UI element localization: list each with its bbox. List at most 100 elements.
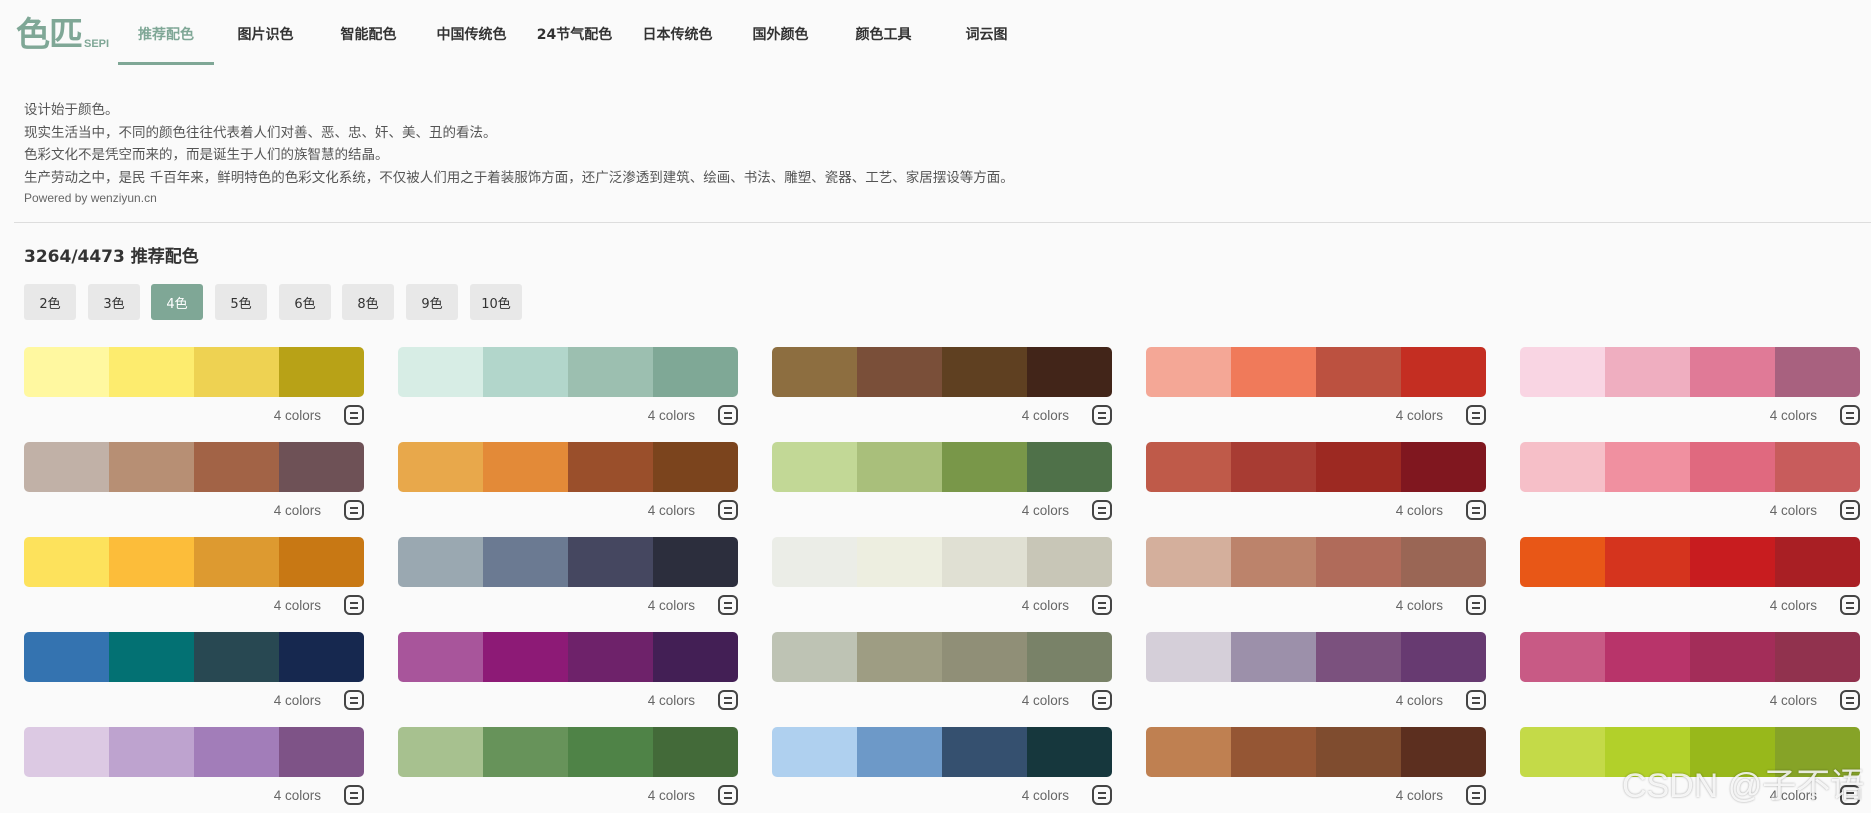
palette-menu-icon[interactable] [1466, 500, 1486, 520]
color-swatch[interactable] [1775, 347, 1860, 397]
color-swatch[interactable] [1605, 347, 1690, 397]
palette-menu-icon[interactable] [718, 785, 738, 805]
color-swatch[interactable] [857, 347, 942, 397]
color-swatch[interactable] [194, 442, 279, 492]
color-swatch[interactable] [24, 537, 109, 587]
color-swatch[interactable] [568, 727, 653, 777]
color-swatch[interactable] [109, 347, 194, 397]
color-swatch[interactable] [857, 442, 942, 492]
palette-menu-icon[interactable] [344, 690, 364, 710]
nav-item-foreign-colors[interactable]: 国外颜色 [729, 0, 832, 68]
color-swatch[interactable] [1231, 537, 1316, 587]
color-swatch[interactable] [942, 347, 1027, 397]
filter-4-colors[interactable]: 4色 [151, 284, 203, 320]
filter-9-colors[interactable]: 9色 [406, 284, 458, 320]
palette-menu-icon[interactable] [1466, 595, 1486, 615]
palette-menu-icon[interactable] [718, 690, 738, 710]
color-swatch[interactable] [1401, 632, 1486, 682]
color-swatch[interactable] [1401, 442, 1486, 492]
color-swatch[interactable] [24, 727, 109, 777]
color-swatch[interactable] [1231, 632, 1316, 682]
color-swatch[interactable] [942, 537, 1027, 587]
color-swatch[interactable] [1146, 347, 1231, 397]
palette-menu-icon[interactable] [344, 785, 364, 805]
powered-by[interactable]: Powered by wenziyun.cn [24, 191, 157, 205]
color-swatch[interactable] [568, 347, 653, 397]
color-swatch[interactable] [1775, 442, 1860, 492]
color-swatch[interactable] [942, 727, 1027, 777]
color-swatch[interactable] [653, 347, 738, 397]
palette-menu-icon[interactable] [1466, 785, 1486, 805]
filter-6-colors[interactable]: 6色 [279, 284, 331, 320]
color-swatch[interactable] [857, 537, 942, 587]
color-swatch[interactable] [1027, 442, 1112, 492]
color-swatch[interactable] [772, 537, 857, 587]
palette-menu-icon[interactable] [344, 595, 364, 615]
filter-8-colors[interactable]: 8色 [342, 284, 394, 320]
color-swatch[interactable] [194, 537, 279, 587]
color-swatch[interactable] [653, 727, 738, 777]
color-swatch[interactable] [1690, 632, 1775, 682]
nav-item-smart-color[interactable]: 智能配色 [317, 0, 420, 68]
color-swatch[interactable] [772, 347, 857, 397]
color-swatch[interactable] [1027, 537, 1112, 587]
palette-menu-icon[interactable] [1092, 595, 1112, 615]
palette-menu-icon[interactable] [1840, 690, 1860, 710]
palette-menu-icon[interactable] [1840, 595, 1860, 615]
color-swatch[interactable] [1401, 727, 1486, 777]
color-swatch[interactable] [24, 347, 109, 397]
palette-menu-icon[interactable] [1840, 500, 1860, 520]
color-swatch[interactable] [398, 632, 483, 682]
color-swatch[interactable] [1146, 727, 1231, 777]
color-swatch[interactable] [1231, 442, 1316, 492]
color-swatch[interactable] [1605, 537, 1690, 587]
color-swatch[interactable] [1520, 442, 1605, 492]
color-swatch[interactable] [1520, 727, 1605, 777]
color-swatch[interactable] [1316, 347, 1401, 397]
filter-5-colors[interactable]: 5色 [215, 284, 267, 320]
color-swatch[interactable] [109, 537, 194, 587]
color-swatch[interactable] [1027, 632, 1112, 682]
color-swatch[interactable] [1316, 442, 1401, 492]
filter-2-colors[interactable]: 2色 [24, 284, 76, 320]
nav-item-chinese-traditional[interactable]: 中国传统色 [420, 0, 523, 68]
color-swatch[interactable] [279, 442, 364, 492]
color-swatch[interactable] [483, 347, 568, 397]
color-swatch[interactable] [653, 632, 738, 682]
color-swatch[interactable] [568, 537, 653, 587]
palette-menu-icon[interactable] [1466, 690, 1486, 710]
color-swatch[interactable] [109, 632, 194, 682]
nav-item-recommended[interactable]: 推荐配色 [118, 0, 214, 68]
color-swatch[interactable] [194, 347, 279, 397]
color-swatch[interactable] [1690, 442, 1775, 492]
palette-menu-icon[interactable] [718, 500, 738, 520]
palette-menu-icon[interactable] [344, 500, 364, 520]
color-swatch[interactable] [772, 632, 857, 682]
color-swatch[interactable] [1146, 442, 1231, 492]
color-swatch[interactable] [483, 727, 568, 777]
palette-menu-icon[interactable] [1092, 690, 1112, 710]
color-swatch[interactable] [1690, 347, 1775, 397]
color-swatch[interactable] [1520, 537, 1605, 587]
color-swatch[interactable] [857, 632, 942, 682]
nav-item-color-tools[interactable]: 颜色工具 [832, 0, 935, 68]
color-swatch[interactable] [1146, 537, 1231, 587]
nav-item-image-color[interactable]: 图片识色 [214, 0, 317, 68]
color-swatch[interactable] [1027, 347, 1112, 397]
color-swatch[interactable] [1231, 727, 1316, 777]
color-swatch[interactable] [398, 347, 483, 397]
color-swatch[interactable] [857, 727, 942, 777]
color-swatch[interactable] [653, 442, 738, 492]
color-swatch[interactable] [1316, 632, 1401, 682]
color-swatch[interactable] [279, 347, 364, 397]
color-swatch[interactable] [1027, 727, 1112, 777]
palette-menu-icon[interactable] [718, 405, 738, 425]
color-swatch[interactable] [1520, 347, 1605, 397]
color-swatch[interactable] [109, 442, 194, 492]
color-swatch[interactable] [772, 442, 857, 492]
nav-item-japanese-traditional[interactable]: 日本传统色 [626, 0, 729, 68]
color-swatch[interactable] [279, 537, 364, 587]
color-swatch[interactable] [398, 442, 483, 492]
color-swatch[interactable] [24, 632, 109, 682]
palette-menu-icon[interactable] [1092, 500, 1112, 520]
